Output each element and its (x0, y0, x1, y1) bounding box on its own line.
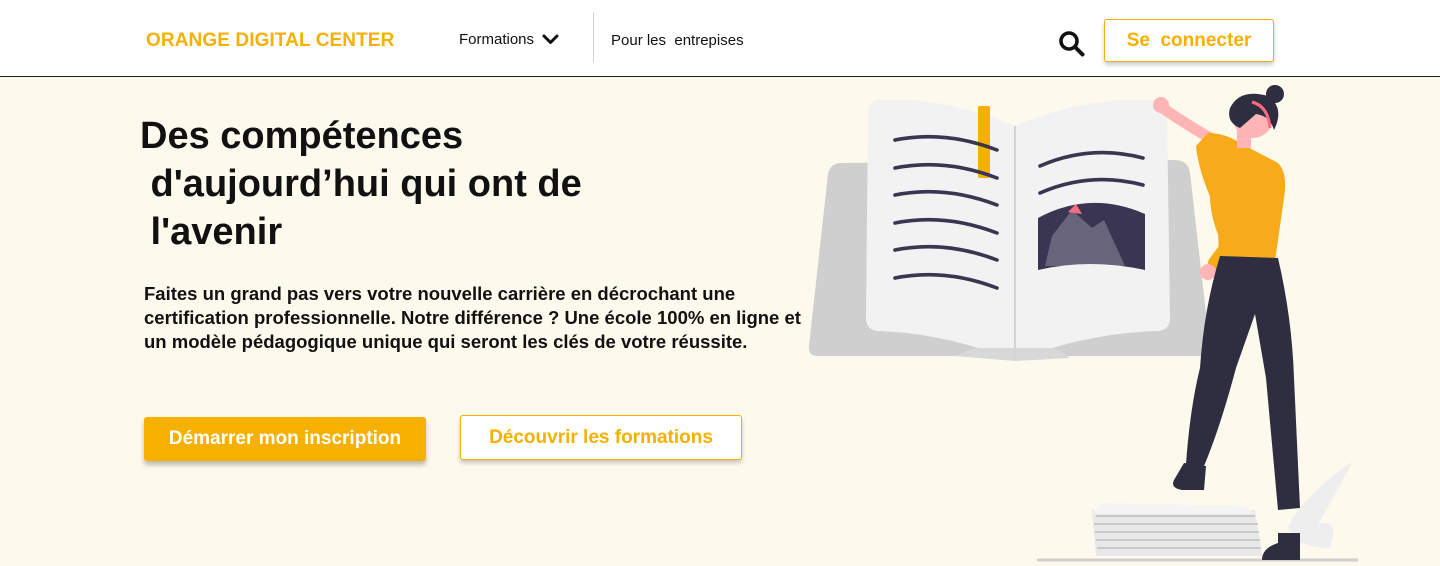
bookmark (978, 106, 990, 178)
nav-divider (593, 12, 594, 62)
nav-entreprises-link[interactable]: Pour les entrepises (611, 32, 744, 49)
start-registration-button[interactable]: Démarrer mon inscription (144, 417, 426, 461)
search-button[interactable] (1057, 29, 1087, 59)
nav-formations-label: Formations (459, 31, 535, 48)
nav-formations-dropdown[interactable]: Formations (459, 31, 559, 48)
brand-logo[interactable]: ORANGE DIGITAL CENTER (146, 30, 394, 52)
login-button[interactable]: Se connecter (1104, 19, 1274, 62)
hero-title: Des compétences d'aujourd’hui qui ont de… (140, 115, 582, 253)
hero-description: Faites un grand pas vers votre nouvelle … (144, 283, 801, 352)
discover-formations-button[interactable]: Découvrir les formations (460, 415, 742, 460)
search-icon (1059, 31, 1085, 57)
chevron-down-icon (542, 34, 559, 44)
top-navbar: ORANGE DIGITAL CENTER Formations Pour le… (0, 0, 1440, 77)
papers-stack (1092, 503, 1262, 556)
hero-illustration (808, 85, 1358, 562)
